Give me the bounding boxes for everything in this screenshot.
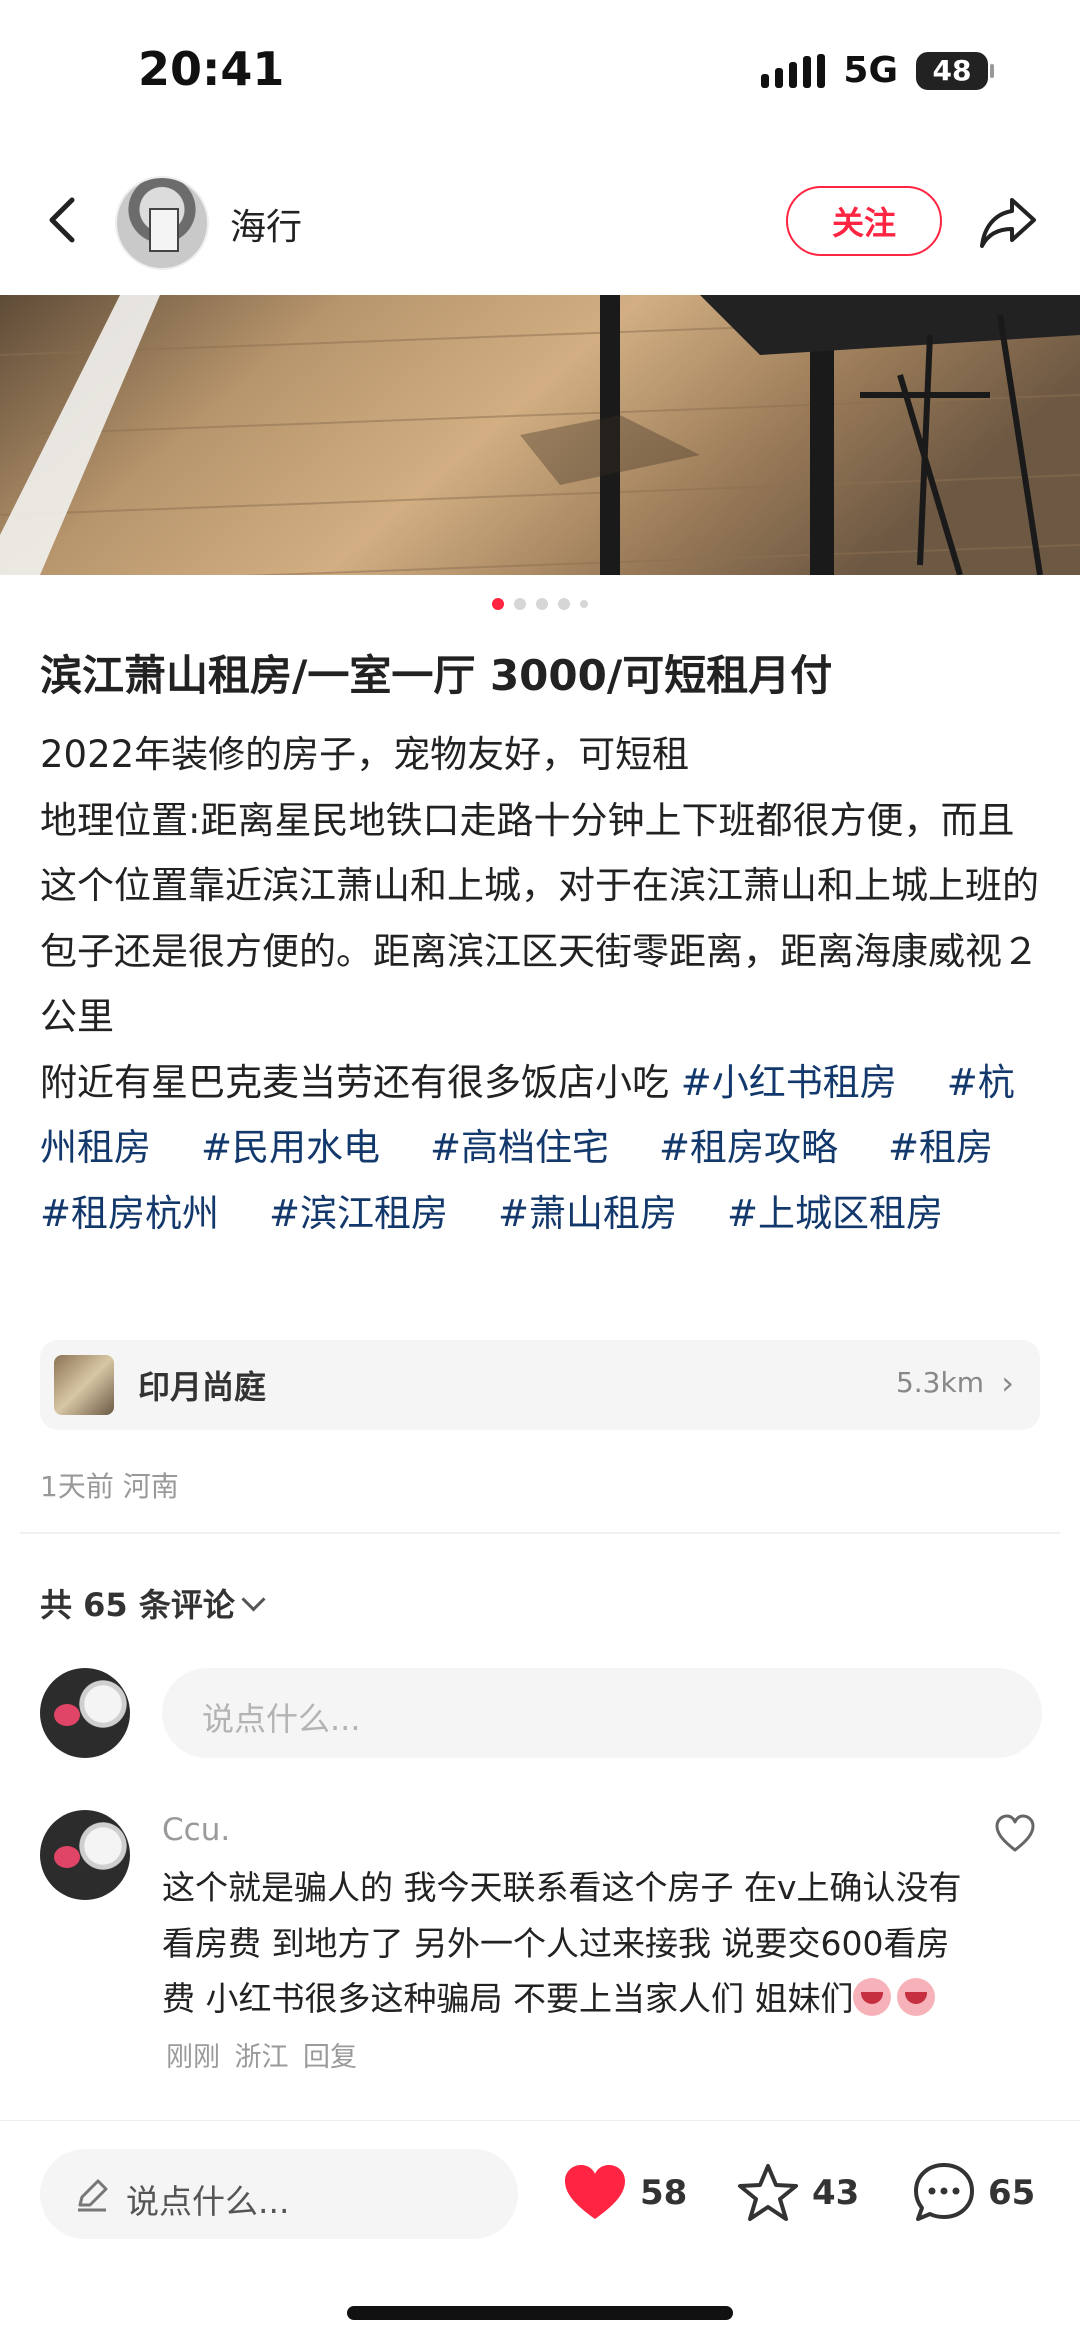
crying-face-icon: [853, 1978, 892, 2016]
post-body: 2022年装修的房子，宠物友好，可短租 地理位置:距离星民地铁口走路十分钟上下班…: [40, 722, 1045, 1246]
location-distance: 5.3km: [895, 1366, 984, 1399]
comment-input-placeholder: 说点什么...: [202, 1700, 361, 1738]
battery-level: 48: [932, 54, 972, 87]
comment-input[interactable]: 说点什么...: [162, 1668, 1042, 1758]
back-button[interactable]: [40, 190, 84, 250]
like-count: 58: [640, 2173, 688, 2213]
top-nav: 海行 关注: [0, 168, 1080, 278]
heart-filled-icon: [565, 2165, 625, 2219]
post-line-with-tags: 附近有星巴克麦当劳还有很多饭店小吃 #小红书租房 #杭州租房 #民用水电 #高档住宅 #…: [40, 1050, 1045, 1247]
battery-icon: 48: [916, 51, 994, 90]
bottom-input-placeholder: 说点什么...: [126, 2182, 290, 2221]
comment-button[interactable]: 65: [912, 2161, 1035, 2225]
favorite-button[interactable]: 43: [736, 2161, 859, 2225]
room-photo: [0, 295, 1080, 575]
status-bar: 20:41 5G 48: [0, 0, 1080, 150]
comment-time: 刚刚: [166, 2041, 220, 2073]
location-card[interactable]: 印月尚庭 5.3km ›: [40, 1340, 1040, 1430]
chevron-down-icon: [241, 1587, 266, 1612]
share-button[interactable]: [976, 190, 1040, 254]
commenter-avatar[interactable]: [40, 1810, 130, 1900]
comment-bubble-icon: [914, 2163, 974, 2221]
chevron-right-icon: ›: [1001, 1364, 1014, 1402]
hashtag-link[interactable]: #租房: [888, 1126, 993, 1169]
post-image-carousel[interactable]: [0, 295, 1080, 575]
signal-icon: [761, 53, 826, 88]
star-icon: [738, 2164, 798, 2221]
carousel-dot: [580, 600, 588, 608]
post-line: 2022年装修的房子，宠物友好，可短租: [40, 733, 690, 776]
carousel-dot: [514, 598, 526, 610]
comment-count-toggle[interactable]: 共 65 条评论: [40, 1580, 266, 1626]
home-indicator[interactable]: [347, 2306, 733, 2320]
comment-count-label: 共 65 条评论: [40, 1586, 235, 1624]
location-name: 印月尚庭: [138, 1368, 267, 1406]
post-meta: 1天前 河南: [40, 1470, 179, 1503]
location-thumbnail: [54, 1355, 114, 1415]
comment-text: 这个就是骗人的 我今天联系看这个房子 在v上确认没有看房费 到地方了 另外一个人…: [162, 1868, 962, 2018]
share-icon: [980, 198, 1036, 248]
hashtag-link[interactable]: #高档住宅: [430, 1126, 609, 1169]
comment-location: 浙江: [234, 2041, 289, 2073]
hashtag-link[interactable]: #小红书租房: [681, 1061, 897, 1104]
author-name[interactable]: 海行: [230, 198, 302, 250]
hashtag-link[interactable]: #上城区租房: [727, 1192, 943, 1235]
author-avatar[interactable]: [115, 176, 209, 270]
crying-face-icon: [897, 1978, 936, 2016]
comment-count: 65: [988, 2173, 1036, 2213]
post-line: 附近有星巴克麦当劳还有很多饭店小吃: [40, 1060, 669, 1104]
my-avatar: [40, 1668, 130, 1758]
hashtag-link[interactable]: #租房杭州: [40, 1192, 219, 1235]
carousel-dot: [536, 598, 548, 610]
carousel-indicator: [0, 598, 1080, 610]
bottom-comment-input[interactable]: 说点什么...: [40, 2149, 518, 2239]
commenter-name[interactable]: Ccu.: [162, 1812, 230, 1848]
favorite-count: 43: [812, 2173, 860, 2213]
like-button[interactable]: 58: [562, 2161, 687, 2225]
comment-like-button[interactable]: [994, 1814, 1036, 1854]
carousel-dot: [492, 598, 504, 610]
status-time: 20:41: [138, 42, 285, 96]
hashtag-link[interactable]: #滨江租房: [269, 1192, 448, 1235]
network-type: 5G: [843, 50, 898, 91]
heart-outline-icon: [995, 1814, 1035, 1852]
pencil-icon: [78, 2179, 108, 2212]
reply-button[interactable]: 回复: [303, 2042, 357, 2073]
comment-body: 这个就是骗人的 我今天联系看这个房子 在v上确认没有看房费 到地方了 另外一个人…: [162, 1860, 962, 2085]
hashtag-link[interactable]: #萧山租房: [498, 1192, 677, 1235]
follow-button[interactable]: 关注: [786, 186, 942, 256]
bottom-action-bar: 说点什么... 58 43 65: [0, 2120, 1080, 2266]
post-line: 地理位置:距离星民地铁口走路十分钟上下班都很方便，而且这个位置靠近滨江萧山和上城…: [40, 798, 1039, 1039]
post-title: 滨江萧山租房/一室一厅 3000/可短租月付: [40, 651, 833, 700]
note-detail-page: 20:41 5G 48 海行 关注 滨江萧山租房/一室一厅 3000/可短租月付…: [0, 0, 1080, 2341]
carousel-dot: [558, 598, 570, 610]
divider: [20, 1532, 1060, 1534]
chevron-left-icon: [49, 197, 75, 243]
hashtag-link[interactable]: #租房攻略: [659, 1126, 838, 1169]
hashtag-link[interactable]: #民用水电: [201, 1126, 380, 1169]
status-indicators: 5G 48: [761, 50, 994, 91]
